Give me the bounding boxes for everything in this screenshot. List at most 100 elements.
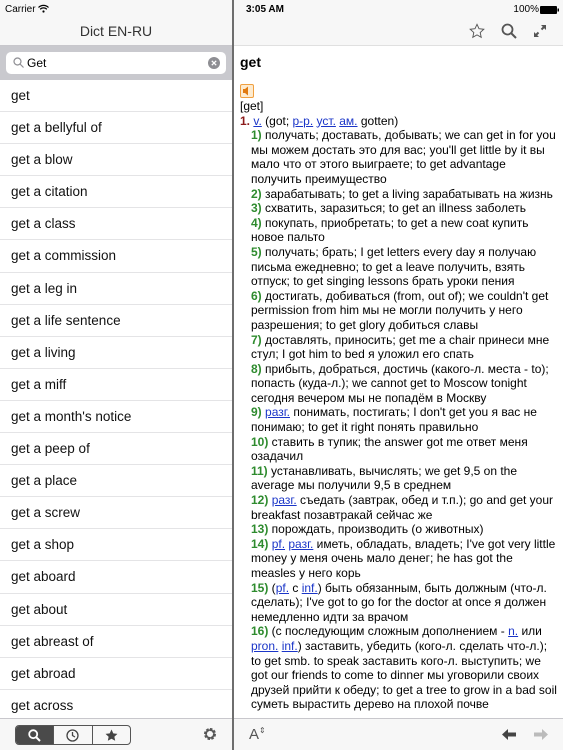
sense-number: 12) [251,493,269,508]
font-size-icon[interactable]: A⇕ [249,726,266,743]
list-item[interactable]: get a leg in [0,273,232,305]
list-item[interactable]: get a commission [0,240,232,273]
pos-number: 1. [240,113,251,128]
list-item[interactable]: get abreast of [0,626,232,658]
definition-text: gotten) [357,113,399,128]
sense: 7) доставлять, приносить; get me a chair… [240,333,558,362]
sense-number: 7) [251,332,262,347]
abbreviation-link[interactable]: разг. [272,493,297,507]
sense: 15) (pf. с inf.) быть обязанным, быть до… [240,581,558,625]
list-item[interactable]: get across [0,690,232,718]
abbreviation-link[interactable]: inf. [302,581,318,595]
list-item[interactable]: get a class [0,208,232,241]
definition-text: (с последующим сложным дополнением - [268,624,509,639]
star-outline-icon[interactable] [469,23,485,39]
sense: 4) покупать, приобретать; to get a new c… [240,216,558,245]
definition-text: ( [268,580,276,595]
definition-text: прибыть, добраться, достичь (какого-л. м… [251,361,549,405]
list-item[interactable]: get a citation [0,176,232,209]
abbreviation-link[interactable]: разг. [288,537,313,551]
sense: 6) достигать, добиваться (from, out of);… [240,289,558,333]
definition-text: или [518,624,542,639]
search-icon [13,57,24,68]
transcription: [get] [240,99,264,113]
abbreviation-link[interactable]: v. [253,114,261,128]
list-item[interactable]: get a screw [0,497,232,530]
sense: 16) (с последующим сложным дополнением -… [240,624,558,712]
abbreviation-link[interactable]: pf. [272,537,285,551]
definition-text: съедать (завтрак, обед и т.п.); go and g… [251,493,554,522]
sense: 5) получать; брать; I get letters every … [240,245,558,289]
sense: 13) порождать, производить (о животных) [240,522,558,537]
list-item[interactable]: get a shop [0,529,232,562]
definition-text: схватить, заразиться; to get an illness … [261,201,526,216]
tab-search[interactable] [16,726,55,744]
sense-number: 11) [251,463,268,478]
definition-text: зарабатывать; to get a living зарабатыва… [261,186,553,201]
list-item[interactable]: get [0,80,232,113]
list-item[interactable]: get a peep of [0,433,232,466]
sense: 12) разг. съедать (завтрак, обед и т.п.)… [240,493,558,522]
headword: get [240,54,261,70]
abbreviation-link[interactable]: pf. [276,581,289,595]
sense-number: 2) [251,186,262,201]
abbreviation-link[interactable]: p-p. [293,114,314,128]
sense: 1) получать; доставать, добывать; we can… [240,128,558,186]
list-item[interactable]: get abroad [0,658,232,690]
list-item[interactable]: get a bellyful of [0,112,232,145]
sense: 9) разг. понимать, постигать; I don't ge… [240,405,558,434]
search-icon [28,728,41,742]
status-bar-right: 3:05 AM 100% [234,0,563,20]
expand-icon[interactable] [533,24,547,38]
word-list-panel: Carrier Dict EN-RU getget a bellyful ofg… [0,0,232,750]
clock-time: 3:05 AM [246,4,284,15]
speaker-icon[interactable] [240,84,254,98]
definition-text: ) заставить, убедить (кого-л. сделать чт… [251,638,557,712]
search-input[interactable] [27,56,197,70]
search-icon[interactable] [501,23,517,39]
list-item[interactable]: get a blow [0,144,232,177]
dictionary-entry: get [get] 1. v. (got; p-p. уст. ам. gott… [234,47,563,718]
sense-number: 5) [251,244,262,259]
word-list: get get a bellyful of get a blow get a cita… [0,80,232,718]
entry-panel: 3:05 AM 100% get [get] 1. v. (got; p-p. … [234,0,563,750]
abbreviation-link[interactable]: n. [508,624,518,638]
search-bar [0,46,232,80]
list-item[interactable]: get a living [0,337,232,369]
definition-text: получать; брать; I get letters every day… [251,244,537,289]
list-item[interactable]: get a place [0,465,232,498]
gear-icon[interactable] [202,726,218,742]
sense: 2) зарабатывать; to get a living зарабат… [240,187,558,202]
sense: 14) pf. разг. иметь, обладать, владеть; … [240,537,558,581]
abbreviation-link[interactable]: разг. [265,405,290,419]
definition-text: доставлять, приносить; get me a chair пр… [251,332,550,362]
forward-arrow-icon[interactable] [534,729,548,740]
definition-text: получать; доставать, добывать; we can ge… [251,128,556,186]
sense-number: 10) [251,434,269,449]
clear-search-icon[interactable] [208,57,220,69]
list-item[interactable]: get aboard [0,561,232,594]
definition-text: покупать, приобретать; to get a new coat… [251,215,529,245]
clock-icon [66,728,80,742]
mode-segmented-control [15,725,131,745]
sense: 10) ставить в тупик; the answer got me о… [240,435,558,464]
tab-history[interactable] [54,726,93,744]
list-item[interactable]: get a miff [0,369,232,401]
search-field[interactable] [6,52,226,74]
sense-number: 13) [251,522,269,537]
abbreviation-link[interactable]: pron. [251,639,278,653]
abbreviation-link[interactable]: уст. [317,114,336,128]
sense-number: 3) [251,201,262,216]
definition-text: с [289,580,302,595]
list-item[interactable]: get a month's notice [0,401,232,434]
sense: 8) прибыть, добраться, достичь (какого-л… [240,362,558,406]
back-arrow-icon[interactable] [502,729,516,740]
app-title: Dict EN-RU [79,23,153,39]
speaker-glyph-icon [243,86,248,96]
list-item[interactable]: get a life sentence [0,305,232,337]
definition-text: порождать, производить (о животных) [268,522,484,537]
list-item[interactable]: get about [0,594,232,626]
abbreviation-link[interactable]: ам. [339,114,357,128]
abbreviation-link[interactable]: inf. [282,639,298,653]
tab-favorites[interactable] [93,726,130,744]
